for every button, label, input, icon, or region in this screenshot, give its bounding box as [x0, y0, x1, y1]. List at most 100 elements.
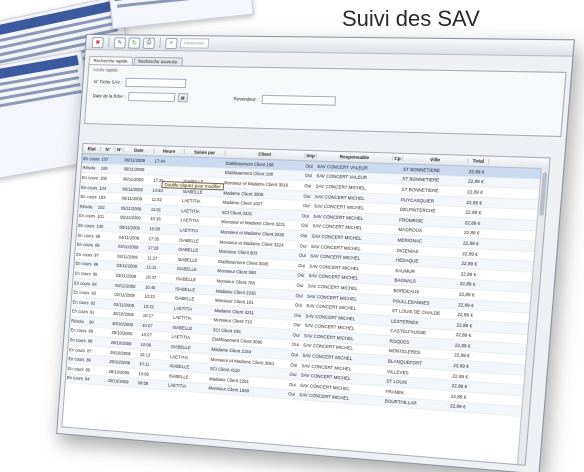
table-cell: 17:35: [148, 236, 179, 242]
column-header[interactable]: Imp: [305, 153, 317, 159]
column-header[interactable]: Etat: [83, 146, 101, 152]
column-header[interactable]: Heure: [154, 148, 185, 154]
table-cell: Oui: [295, 292, 307, 298]
table-cell: Oui: [303, 183, 315, 189]
table-cell: 06/11/2009: [120, 196, 150, 202]
table-cell: FROMRISE: [398, 217, 464, 225]
table-cell: LAETITIA: [179, 227, 220, 234]
table-cell: 92: [90, 300, 105, 306]
table-cell: En cours: [81, 175, 99, 181]
table-cell: BAGNALS: [393, 278, 459, 287]
table-cell: [103, 323, 112, 324]
table-cell: 06/11/2009: [123, 167, 153, 173]
table-cell: Oui: [298, 243, 310, 249]
table-cell: En cours: [66, 375, 84, 381]
table-cell: [379, 340, 389, 341]
column-header[interactable]: Client: [225, 150, 306, 158]
table-cell: MERIGNAC: [396, 237, 462, 245]
reseller-input[interactable]: [261, 95, 336, 106]
table-cell: DELPINTERCHE: [399, 207, 465, 215]
table-cell: BORDEAUX: [392, 288, 458, 297]
table-cell: Oui: [288, 372, 300, 378]
table-cell: [375, 391, 385, 392]
search-input[interactable]: Rechercher: [180, 38, 209, 49]
table-cell: En cours: [73, 280, 91, 286]
toolbar-separator: [159, 38, 161, 48]
print-icon[interactable]: ⎙: [143, 37, 156, 48]
table-cell: POULLEBANNES: [391, 298, 457, 307]
column-header[interactable]: Total: [468, 158, 489, 164]
table-cell: ISABELLE: [171, 325, 212, 333]
table-cell: PUYCASQUIER: [399, 197, 465, 205]
table-cell: ISABELLE: [176, 257, 217, 264]
table-cell: 17:44: [153, 158, 184, 164]
column-header[interactable]: Cp: [393, 156, 403, 162]
table-cell: 22,89 €: [462, 240, 483, 246]
table-cell: LAETITIA: [172, 315, 213, 323]
table-cell: 22,89 €: [465, 199, 486, 205]
table-cell: 22,89 €: [449, 403, 470, 410]
table-cell: En cours: [72, 299, 90, 305]
table-cell: 10:05: [137, 371, 168, 378]
calendar-icon[interactable]: ▦: [177, 93, 188, 102]
table-cell: 22,89 €: [453, 352, 474, 359]
close-icon[interactable]: ✖: [92, 37, 104, 48]
date-input[interactable]: [128, 92, 175, 102]
table-cell: [101, 342, 110, 343]
table-cell: En cours: [69, 337, 87, 343]
table-cell: 22,89 €: [463, 230, 484, 236]
table-cell: 02/11/2009: [113, 292, 143, 299]
search-icon[interactable]: ⌕: [165, 37, 178, 48]
scrollbar-thumb[interactable]: [539, 172, 547, 215]
table-cell: En cours: [77, 223, 95, 229]
column-header[interactable]: Date: [124, 147, 154, 153]
table-cell: 85: [85, 367, 100, 373]
table-cell: 93: [90, 291, 105, 297]
table-cell: 30/10/2009: [111, 321, 141, 328]
refresh-icon[interactable]: ↻: [128, 37, 140, 48]
table-cell: 29/10/2009: [109, 350, 139, 357]
table-cell: 28/10/2009: [108, 359, 138, 366]
column-header[interactable]: N°: [101, 147, 116, 152]
table-cell: En cours: [69, 328, 87, 334]
table-cell: [384, 280, 394, 281]
table-cell: 94: [91, 281, 106, 287]
table-cell: 22,89 €: [463, 220, 484, 226]
table-cell: 84: [84, 377, 99, 383]
table-cell: 10:11: [138, 361, 169, 368]
table-cell: 28/10/2009: [107, 369, 137, 376]
table-cell: Madame Client 1027: [221, 200, 301, 208]
table-cell: DIGENIAS: [395, 247, 461, 255]
table-cell: 22,89 €: [467, 169, 488, 175]
table-cell: En cours: [68, 347, 86, 353]
table-cell: ISABELLE: [168, 363, 209, 371]
column-header[interactable]: Ville: [403, 156, 469, 163]
table-cell: En cours: [71, 309, 89, 315]
table-cell: 05/11/2009: [119, 215, 149, 221]
table-cell: ISABELLE: [176, 266, 217, 273]
table-cell: Oui: [293, 312, 305, 318]
table-cell: 09:58: [137, 381, 168, 388]
table-cell: LAETITIA: [169, 354, 210, 362]
field-row: Date de la fiche : ▦: [92, 91, 188, 102]
edit-icon[interactable]: ✎: [114, 37, 126, 48]
table-cell: 105: [99, 176, 114, 182]
column-header[interactable]: Responsable: [317, 153, 394, 161]
quick-access-panel: Accès rapide N° Fiche SAV : Date de la f…: [84, 64, 567, 137]
table-cell: Oui: [287, 392, 299, 398]
table-cell: 22,89 €: [458, 291, 479, 297]
table-cell: En cours: [79, 194, 97, 200]
column-header[interactable]: Saisie par: [185, 149, 226, 155]
sav-table: Etat N° N° Date Heure Saisie par Client …: [61, 143, 550, 466]
table-cell: 10:16: [149, 216, 180, 222]
table-cell: 10:46: [144, 284, 175, 291]
table-cell: SAV CONCERT MICHEL: [314, 193, 391, 201]
table-cell: 22,89 €: [456, 312, 477, 319]
table-cell: 22,89 €: [450, 393, 471, 400]
table-cell: [382, 300, 392, 301]
table-cell: 03/11/2009: [114, 282, 144, 289]
table-cell: Oui: [294, 302, 306, 308]
toolbar-separator: [108, 37, 110, 47]
sav-number-input[interactable]: [125, 78, 186, 88]
table-cell: 100: [95, 224, 110, 230]
